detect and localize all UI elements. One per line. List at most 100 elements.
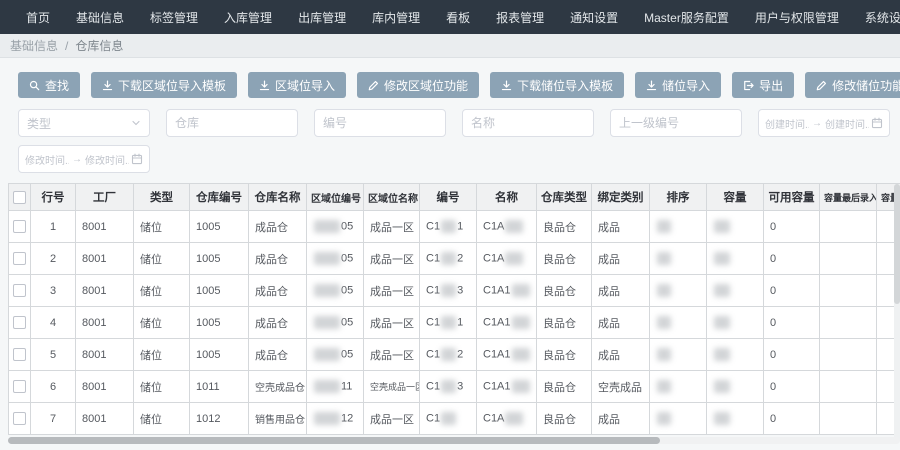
- table-cell: 成品一区: [364, 403, 420, 435]
- row-checkbox[interactable]: [13, 284, 26, 297]
- nav-item-master-service[interactable]: Master服务配置: [631, 9, 742, 26]
- row-select-cell: [9, 339, 31, 371]
- warehouse-input[interactable]: [166, 109, 298, 137]
- table-cell: 成品: [592, 211, 650, 243]
- redacted-value: [512, 380, 530, 393]
- type-select-placeholder: 类型: [27, 115, 51, 132]
- table-cell: C1A: [477, 403, 537, 435]
- table-cell: 成品: [592, 275, 650, 307]
- name-input[interactable]: [462, 109, 594, 137]
- modified-time-range-picker[interactable]: 修改时间... → 修改时间...: [18, 145, 150, 173]
- modified-start-placeholder: 修改时间...: [25, 152, 69, 167]
- table-cell: 储位: [134, 403, 190, 435]
- table-cell: 良品仓: [537, 275, 592, 307]
- table-cell: 空壳成品仓: [249, 371, 307, 403]
- code-input[interactable]: [314, 109, 446, 137]
- nav-item-basic-info[interactable]: 基础信息: [63, 9, 137, 26]
- table-cell: 0: [764, 403, 820, 435]
- table-cell: C1A: [477, 243, 537, 275]
- vertical-scrollbar-thumb[interactable]: [894, 184, 900, 304]
- download-bin-template-button[interactable]: 下载储位导入模板: [490, 72, 624, 98]
- table-cell: 05: [307, 339, 364, 371]
- modified-end-placeholder: 修改时间...: [85, 152, 129, 167]
- table-cell: 1011: [190, 371, 249, 403]
- created-time-range-picker[interactable]: 创建时间... → 创建时间...: [758, 109, 890, 137]
- download-area-template-button[interactable]: 下载区域位导入模板: [91, 72, 237, 98]
- row-checkbox[interactable]: [13, 348, 26, 361]
- table-cell: 成品: [592, 307, 650, 339]
- nav-item-dashboard[interactable]: 看板: [433, 9, 483, 26]
- table-cell: 成品一区: [364, 275, 420, 307]
- table-cell: 05: [307, 243, 364, 275]
- table-cell: 05: [307, 211, 364, 243]
- type-select[interactable]: 类型: [18, 109, 150, 137]
- redacted-value: [505, 220, 523, 233]
- row-checkbox[interactable]: [13, 380, 26, 393]
- modify-bin-button[interactable]: 修改储位功能: [805, 72, 900, 98]
- select-all-checkbox[interactable]: [13, 191, 26, 204]
- nav-item-system-settings[interactable]: 系统设置: [852, 9, 900, 26]
- area-import-button[interactable]: 区域位导入: [248, 72, 346, 98]
- redacted-value: [441, 348, 456, 361]
- table-cell: 成品一区: [364, 307, 420, 339]
- table-row: 58001储位1005成品仓05成品一区C12C1A1良品仓成品0: [9, 339, 900, 371]
- nav-item-label-mgmt[interactable]: 标签管理: [137, 9, 211, 26]
- table-cell: C1: [420, 403, 477, 435]
- parent-code-input[interactable]: [610, 109, 742, 137]
- nav-item-inbound-mgmt[interactable]: 入库管理: [211, 9, 285, 26]
- table-cell: 储位: [134, 339, 190, 371]
- row-checkbox[interactable]: [13, 316, 26, 329]
- row-checkbox[interactable]: [13, 220, 26, 233]
- row-checkbox[interactable]: [13, 412, 26, 425]
- table-cell: C1A1: [477, 275, 537, 307]
- nav-item-report-mgmt[interactable]: 报表管理: [483, 9, 557, 26]
- vertical-scrollbar: [894, 184, 900, 440]
- table-cell: 成品仓: [249, 211, 307, 243]
- table-cell: 1005: [190, 307, 249, 339]
- table-cell: 7: [31, 403, 76, 435]
- redacted-value: [441, 220, 456, 233]
- column-header: 行号: [31, 184, 76, 211]
- table-cell: 8001: [76, 211, 134, 243]
- bin-import-button[interactable]: 储位导入: [635, 72, 721, 98]
- search-button[interactable]: 查找: [18, 72, 80, 98]
- search-icon: [29, 80, 40, 91]
- filter-row-1: 类型 创建时间... → 创建时间...: [18, 109, 900, 137]
- table-cell: 1005: [190, 243, 249, 275]
- export-button[interactable]: 导出: [732, 72, 794, 98]
- table-cell: C1A1: [477, 371, 537, 403]
- nav-item-home[interactable]: 首页: [13, 9, 63, 26]
- row-checkbox[interactable]: [13, 252, 26, 265]
- breadcrumb-section[interactable]: 基础信息: [10, 37, 58, 54]
- nav-item-outbound-mgmt[interactable]: 出库管理: [285, 9, 359, 26]
- table-cell: [820, 243, 877, 275]
- table-cell: 11: [307, 371, 364, 403]
- table-cell: 0: [764, 371, 820, 403]
- redacted-value: [657, 284, 671, 297]
- nav-item-notification[interactable]: 通知设置: [557, 9, 631, 26]
- table-cell: 05: [307, 275, 364, 307]
- table-cell: 空壳成品一区: [364, 371, 420, 403]
- table-cell: [650, 403, 707, 435]
- table-cell: 储位: [134, 211, 190, 243]
- download-icon: [259, 80, 270, 91]
- warehouse-table: 行号工厂类型仓库编号仓库名称区域位编号区域位名称编号名称仓库类型绑定类别排序容量…: [8, 183, 900, 435]
- table-cell: 12: [307, 403, 364, 435]
- redacted-value: [714, 284, 730, 297]
- table-cell: 成品: [592, 339, 650, 371]
- redacted-value: [657, 348, 671, 361]
- table-cell: 1005: [190, 211, 249, 243]
- redacted-value: [714, 252, 730, 265]
- modify-area-button[interactable]: 修改区域位功能: [357, 72, 479, 98]
- table-row: 48001储位1005成品仓05成品一区C11C1A1良品仓成品0: [9, 307, 900, 339]
- redacted-value: [314, 252, 340, 265]
- chevron-down-icon: [131, 118, 141, 128]
- table-cell: 2: [31, 243, 76, 275]
- nav-item-in-warehouse-mgmt[interactable]: 库内管理: [359, 9, 433, 26]
- redacted-value: [657, 316, 671, 329]
- breadcrumb: 基础信息 / 仓库信息: [0, 34, 900, 58]
- table-cell: 1: [31, 211, 76, 243]
- nav-item-user-permission[interactable]: 用户与权限管理: [742, 9, 852, 26]
- table-cell: C11: [420, 211, 477, 243]
- horizontal-scrollbar-thumb[interactable]: [8, 437, 660, 444]
